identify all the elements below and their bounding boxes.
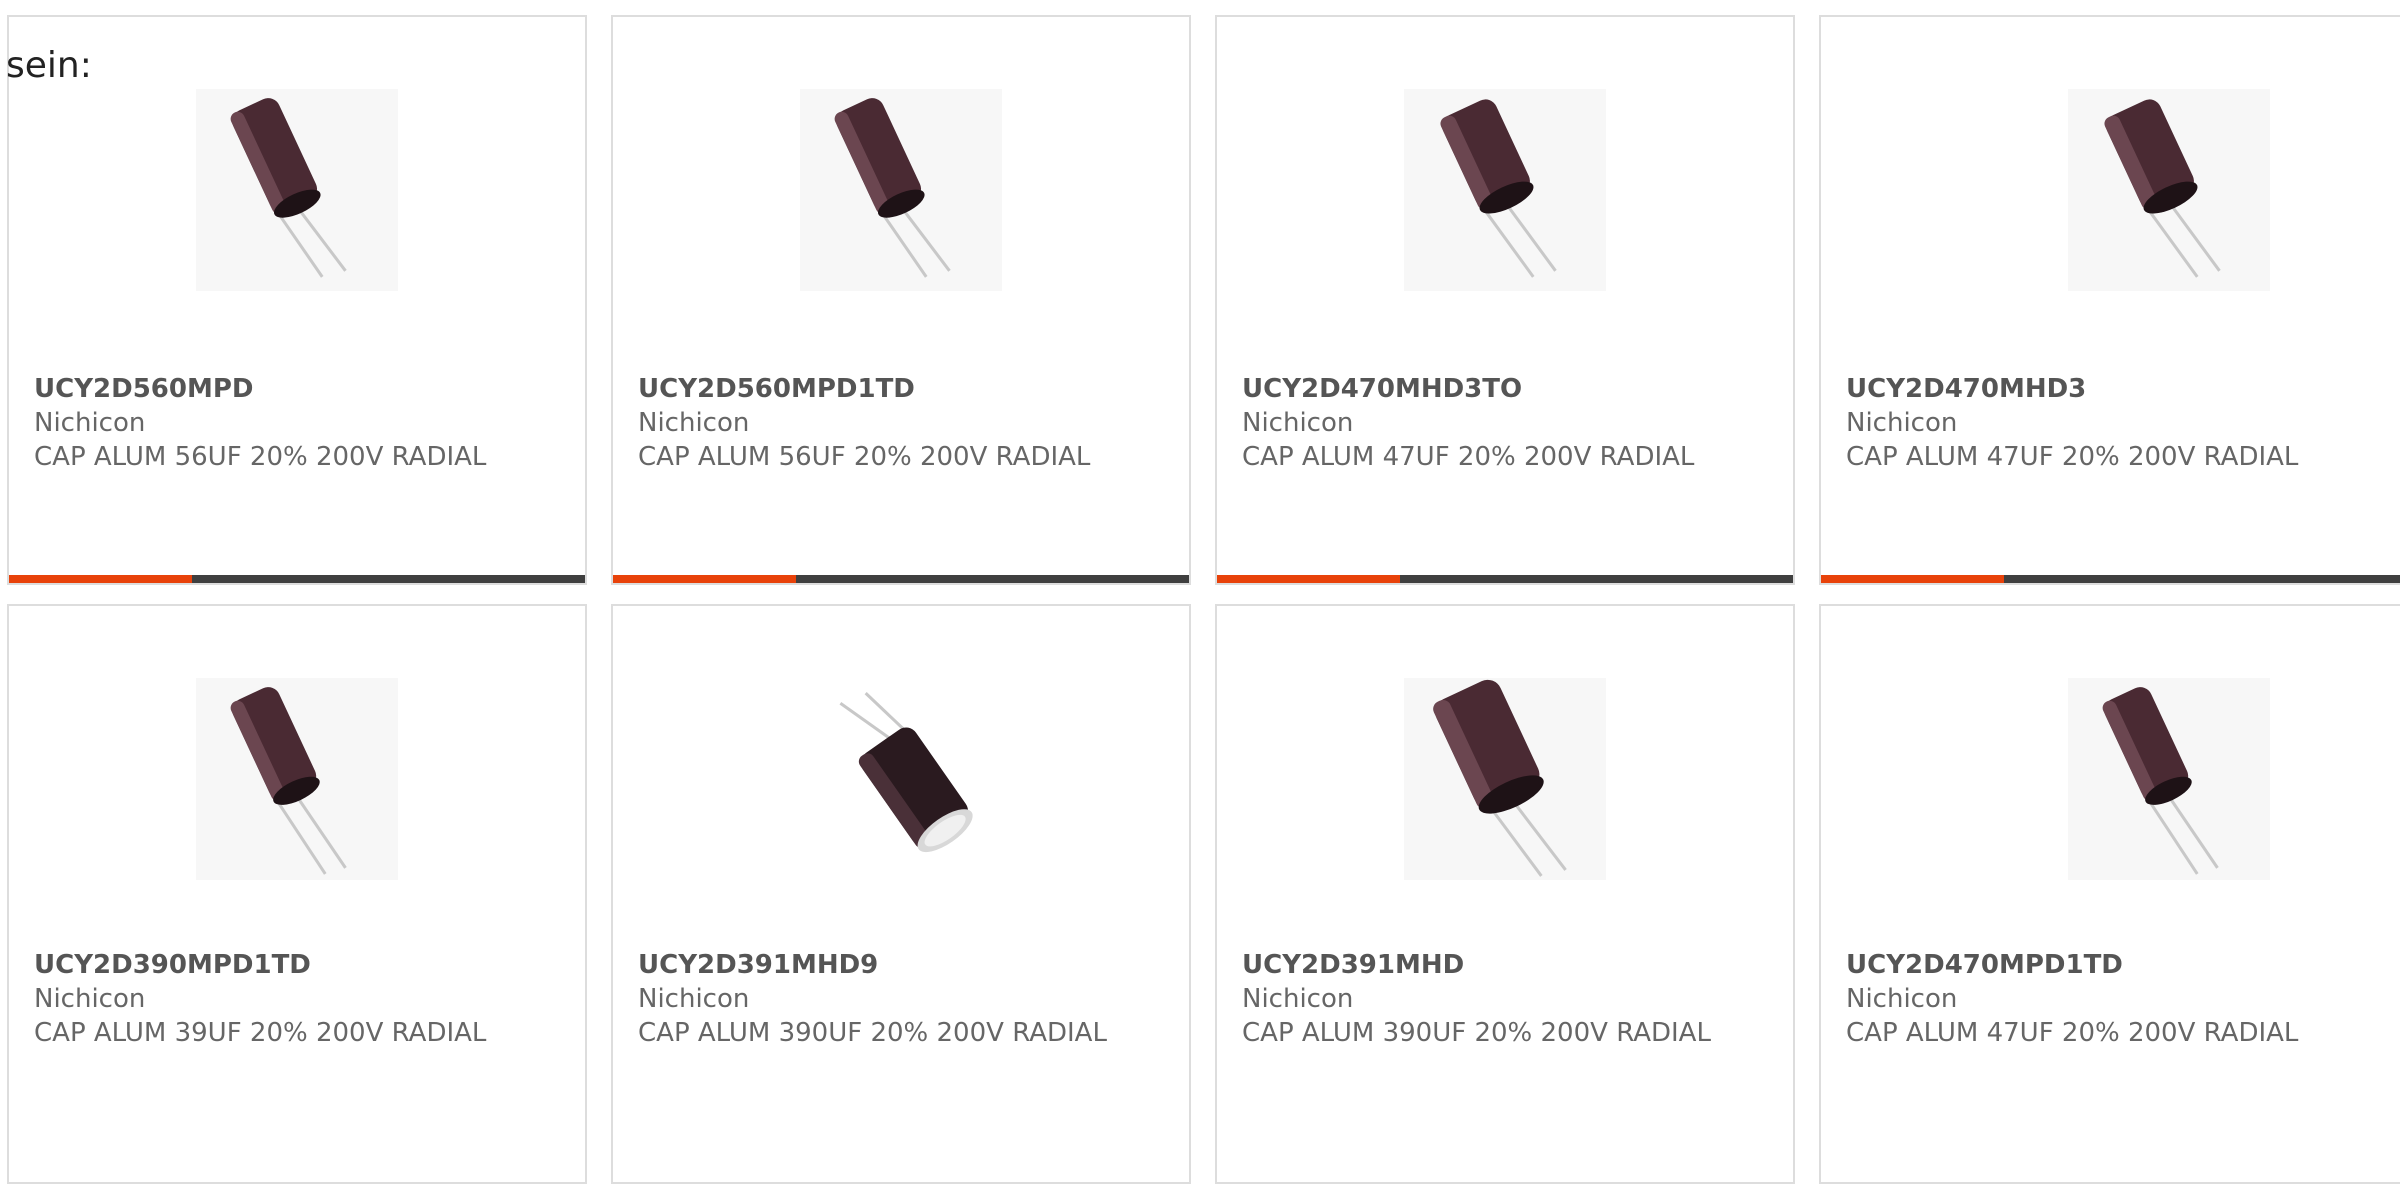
- product-image[interactable]: [800, 89, 1002, 291]
- product-info: UCY2D391MHD9 Nichicon CAP ALUM 390UF 20%…: [638, 948, 1169, 1050]
- product-info: UCY2D560MPD1TD Nichicon CAP ALUM 56UF 20…: [638, 372, 1169, 474]
- manufacturer: Nichicon: [638, 984, 750, 1014]
- manufacturer: Nichicon: [1242, 984, 1354, 1014]
- product-image[interactable]: [1404, 89, 1606, 291]
- product-card[interactable]: UCY2D391MHD9 Nichicon CAP ALUM 390UF 20%…: [611, 604, 1191, 1184]
- product-image[interactable]: [196, 89, 398, 291]
- description: CAP ALUM 390UF 20% 200V RADIAL: [638, 1018, 1107, 1048]
- intro-text: sein:: [6, 45, 92, 86]
- product-card[interactable]: UCY2D390MPD1TD Nichicon CAP ALUM 39UF 20…: [7, 604, 587, 1184]
- product-image[interactable]: [2068, 678, 2270, 880]
- description: CAP ALUM 390UF 20% 200V RADIAL: [1242, 1018, 1711, 1048]
- product-card[interactable]: UCY2D470MHD3TO Nichicon CAP ALUM 47UF 20…: [1215, 15, 1795, 585]
- card-bottom-bar: [1821, 575, 2400, 583]
- card-accent: [613, 575, 796, 583]
- manufacturer: Nichicon: [1242, 408, 1354, 438]
- description: CAP ALUM 56UF 20% 200V RADIAL: [638, 442, 1091, 472]
- product-card[interactable]: UCY2D391MHD Nichicon CAP ALUM 390UF 20% …: [1215, 604, 1795, 1184]
- part-number[interactable]: UCY2D560MPD1TD: [638, 372, 1169, 406]
- description: CAP ALUM 47UF 20% 200V RADIAL: [1846, 442, 2299, 472]
- product-image[interactable]: [196, 678, 398, 880]
- description: CAP ALUM 47UF 20% 200V RADIAL: [1846, 1018, 2299, 1048]
- product-card[interactable]: UCY2D470MHD3 Nichicon CAP ALUM 47UF 20% …: [1819, 15, 2400, 585]
- product-info: UCY2D470MHD3TO Nichicon CAP ALUM 47UF 20…: [1242, 372, 1773, 474]
- capacitor-icon: [2104, 99, 2221, 278]
- part-number[interactable]: UCY2D391MHD9: [638, 948, 1169, 982]
- part-number[interactable]: UCY2D470MHD3TO: [1242, 372, 1773, 406]
- capacitor-icon: [230, 98, 347, 278]
- product-info: UCY2D560MPD Nichicon CAP ALUM 56UF 20% 2…: [34, 372, 565, 474]
- product-grid: UCY2D560MPD Nichicon CAP ALUM 56UF 20% 2…: [0, 0, 2400, 1184]
- product-card[interactable]: UCY2D560MPD1TD Nichicon CAP ALUM 56UF 20…: [611, 15, 1191, 585]
- manufacturer: Nichicon: [34, 408, 146, 438]
- description: CAP ALUM 39UF 20% 200V RADIAL: [34, 1018, 487, 1048]
- product-card[interactable]: UCY2D470MPD1TD Nichicon CAP ALUM 47UF 20…: [1819, 604, 2400, 1184]
- product-info: UCY2D391MHD Nichicon CAP ALUM 390UF 20% …: [1242, 948, 1773, 1050]
- capacitor-icon: [1433, 679, 1567, 877]
- manufacturer: Nichicon: [1846, 984, 1958, 1014]
- capacitor-icon: [839, 692, 973, 853]
- card-accent: [9, 575, 192, 583]
- card-bottom-bar: [9, 575, 585, 583]
- description: CAP ALUM 47UF 20% 200V RADIAL: [1242, 442, 1695, 472]
- capacitor-icon: [1440, 99, 1557, 278]
- product-info: UCY2D470MHD3 Nichicon CAP ALUM 47UF 20% …: [1846, 372, 2387, 474]
- description: CAP ALUM 56UF 20% 200V RADIAL: [34, 442, 487, 472]
- manufacturer: Nichicon: [1846, 408, 1958, 438]
- part-number[interactable]: UCY2D470MHD3: [1846, 372, 2387, 406]
- part-number[interactable]: UCY2D560MPD: [34, 372, 565, 406]
- card-bottom-bar: [1217, 575, 1793, 583]
- part-number[interactable]: UCY2D390MPD1TD: [34, 948, 565, 982]
- manufacturer: Nichicon: [638, 408, 750, 438]
- product-image[interactable]: [2068, 89, 2270, 291]
- part-number[interactable]: UCY2D391MHD: [1242, 948, 1773, 982]
- capacitor-icon: [834, 98, 951, 278]
- capacitor-icon: [230, 687, 347, 875]
- product-info: UCY2D470MPD1TD Nichicon CAP ALUM 47UF 20…: [1846, 948, 2387, 1050]
- manufacturer: Nichicon: [34, 984, 146, 1014]
- part-number[interactable]: UCY2D470MPD1TD: [1846, 948, 2387, 982]
- capacitor-icon: [2102, 687, 2219, 875]
- product-image[interactable]: [800, 678, 1002, 880]
- product-info: UCY2D390MPD1TD Nichicon CAP ALUM 39UF 20…: [34, 948, 565, 1050]
- card-accent: [1821, 575, 2004, 583]
- card-bottom-bar: [613, 575, 1189, 583]
- product-card[interactable]: UCY2D560MPD Nichicon CAP ALUM 56UF 20% 2…: [7, 15, 587, 585]
- card-accent: [1217, 575, 1400, 583]
- product-image[interactable]: [1404, 678, 1606, 880]
